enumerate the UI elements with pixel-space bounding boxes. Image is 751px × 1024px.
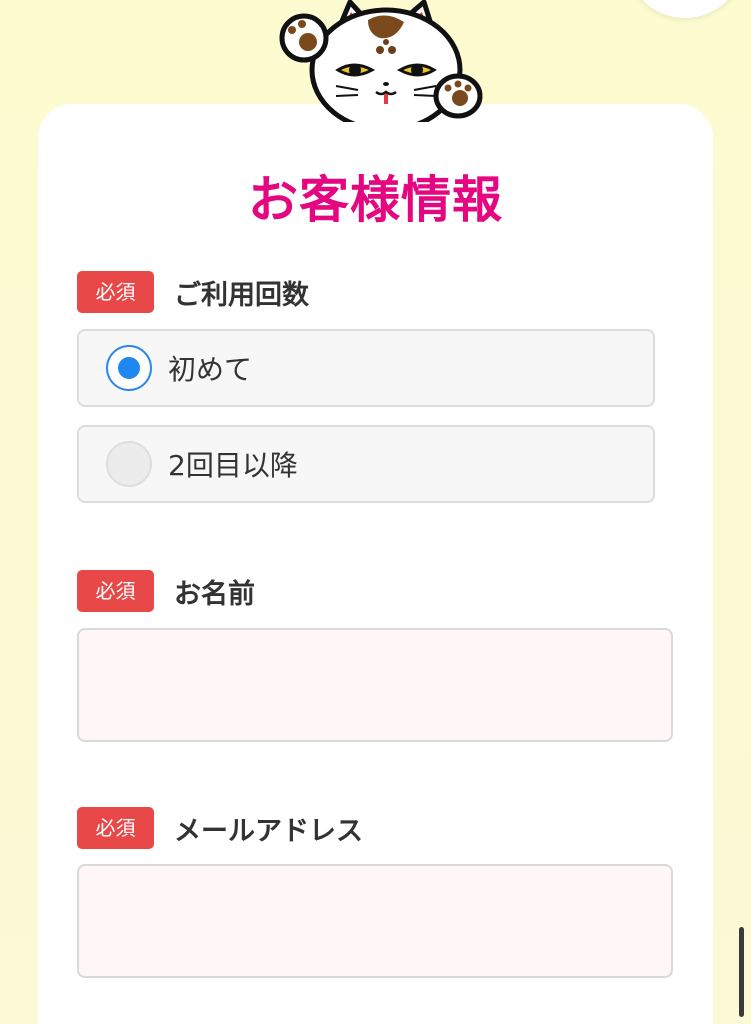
scrollbar[interactable]: [739, 927, 744, 1017]
radio-option-repeat[interactable]: 2回目以降: [77, 425, 655, 503]
customer-info-card: お客様情報 必須 ご利用回数 初めて 2回目以降 必須 お名前 必須 メールアド…: [38, 104, 713, 1024]
required-badge: 必須: [77, 570, 154, 612]
email-label: メールアドレス: [174, 815, 363, 847]
radio-option-first-time[interactable]: 初めて: [77, 329, 655, 407]
page-title: お客様情報: [248, 171, 503, 229]
visit-count-label-row: 必須 ご利用回数: [77, 271, 309, 313]
visit-count-label: ご利用回数: [174, 279, 309, 311]
maneki-neko-cat-icon: [279, 0, 483, 122]
email-label-row: 必須 メールアドレス: [77, 807, 363, 849]
radio-button-unchecked[interactable]: [106, 441, 152, 487]
radio-label-repeat: 2回目以降: [168, 449, 298, 482]
corner-menu-circle: [625, 0, 745, 18]
name-input[interactable]: [77, 628, 673, 742]
required-badge: 必須: [77, 271, 154, 313]
email-input[interactable]: [77, 864, 673, 978]
name-label-row: 必須 お名前: [77, 570, 255, 612]
radio-label-first-time: 初めて: [168, 353, 253, 386]
name-label: お名前: [174, 578, 255, 610]
required-badge: 必須: [77, 807, 154, 849]
radio-button-checked[interactable]: [106, 345, 152, 391]
